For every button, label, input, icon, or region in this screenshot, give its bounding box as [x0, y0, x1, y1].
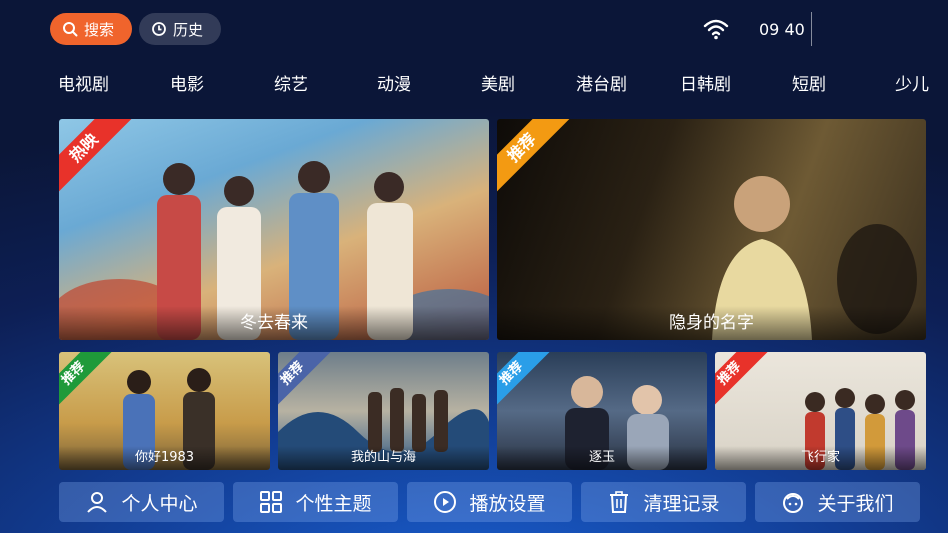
search-icon [63, 22, 78, 37]
theme-button[interactable]: 个性主题 [233, 482, 398, 522]
wifi-icon [703, 19, 729, 40]
about-us-button[interactable]: 关于我们 [755, 482, 920, 522]
category-nav: 电视剧 电影 综艺 动漫 美剧 港台剧 日韩剧 短剧 少儿 [0, 70, 948, 96]
tab-kids[interactable]: 少儿 [895, 70, 929, 95]
recommend-card-2[interactable]: 推荐 我的山与海 [278, 352, 489, 470]
menu-label: 个性主题 [295, 492, 372, 515]
tab-hk-tw-series[interactable]: 港台剧 [576, 70, 627, 95]
clock-icon [152, 22, 166, 36]
tab-us-series[interactable]: 美剧 [481, 70, 515, 95]
menu-label: 播放设置 [469, 492, 546, 515]
recommend-title: 你好1983 [59, 446, 270, 470]
tab-variety[interactable]: 综艺 [274, 70, 308, 95]
search-label: 搜索 [84, 20, 115, 39]
history-button[interactable]: 历史 [139, 13, 221, 45]
recommend-card-3[interactable]: 推荐 逐玉 [497, 352, 707, 470]
menu-label: 清理记录 [643, 492, 720, 515]
recommend-card-4[interactable]: 推荐 飞行家 [715, 352, 926, 470]
theme-grid-icon [260, 491, 283, 513]
clock-time: 09 40 [759, 20, 805, 39]
recommend-title: 我的山与海 [278, 446, 489, 470]
playback-settings-button[interactable]: 播放设置 [407, 482, 572, 522]
featured-title: 隐身的名字 [497, 306, 926, 340]
play-circle-icon [434, 491, 457, 513]
featured-title: 冬去春来 [59, 306, 489, 340]
tab-short-drama[interactable]: 短剧 [792, 70, 826, 95]
search-button[interactable]: 搜索 [50, 13, 132, 45]
menu-label: 关于我们 [817, 492, 894, 515]
personal-center-button[interactable]: 个人中心 [59, 482, 224, 522]
header-divider [811, 12, 812, 46]
tab-movies[interactable]: 电影 [170, 70, 204, 95]
about-icon [783, 493, 804, 513]
user-icon [87, 492, 108, 513]
recommend-card-1[interactable]: 推荐 你好1983 [59, 352, 270, 470]
menu-label: 个人中心 [121, 492, 198, 515]
trash-icon [610, 491, 629, 513]
tab-jp-kr-series[interactable]: 日韩剧 [680, 70, 731, 95]
recommend-title: 飞行家 [715, 446, 926, 470]
tab-anime[interactable]: 动漫 [377, 70, 411, 95]
history-label: 历史 [173, 20, 204, 39]
featured-card-1[interactable]: 热映 冬去春来 [59, 119, 489, 340]
recommend-title: 逐玉 [497, 446, 707, 470]
clear-history-button[interactable]: 清理记录 [581, 482, 746, 522]
featured-card-2[interactable]: 推荐 隐身的名字 [497, 119, 926, 340]
tab-tv-series[interactable]: 电视剧 [58, 70, 109, 95]
